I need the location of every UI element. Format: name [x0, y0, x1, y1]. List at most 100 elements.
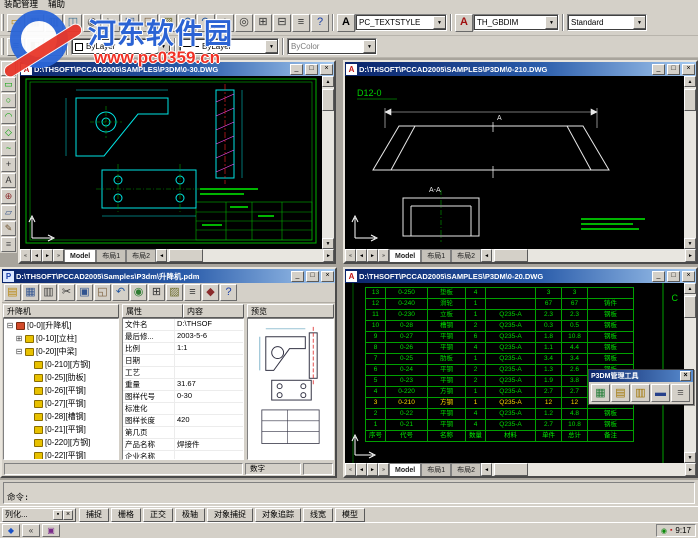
chevron-down-icon[interactable]: ▼ — [433, 16, 446, 29]
draw-toolbar-button[interactable]: A — [1, 173, 16, 188]
tray-icon[interactable]: ▪ — [670, 527, 672, 535]
tab-first-button[interactable]: « — [20, 249, 31, 262]
plotstyle-combo[interactable]: ByColor ▼ — [287, 38, 377, 55]
value-column-header[interactable]: 内容 — [183, 304, 244, 318]
toolbar-button[interactable]: + — [216, 13, 234, 32]
toolbar-button[interactable]: ▦ — [26, 13, 44, 32]
scroll-down-icon[interactable]: ▼ — [322, 238, 334, 249]
palette-button[interactable]: ▦ — [591, 384, 610, 402]
scroll-up-icon[interactable]: ▲ — [684, 76, 696, 87]
toolbar-button[interactable]: ≡ — [292, 13, 310, 32]
tree-item[interactable]: [0-25][肋板] — [4, 371, 118, 384]
property-row[interactable]: 图样代号 0-30 — [123, 391, 243, 403]
dim-style-combo[interactable]: TH_GBDIM ▼ — [473, 14, 559, 31]
pdm-toolbar-button[interactable]: ▣ — [76, 284, 93, 301]
scroll-left-icon[interactable]: ◄ — [481, 463, 493, 476]
palette-button[interactable]: ▬ — [651, 384, 670, 402]
draw-toolbar-button[interactable]: ○ — [1, 93, 16, 108]
menu-item[interactable]: 辅助 — [48, 0, 65, 10]
tree-item[interactable]: [0-26][平钢] — [4, 384, 118, 397]
toolbar-button[interactable]: ↶ — [178, 13, 196, 32]
horizontal-scrollbar[interactable]: ◄ ► — [156, 249, 334, 262]
window-titlebar[interactable]: A D:\THSOFT\PCCAD2005\SAMPLES\P3DM\0-20.… — [345, 269, 696, 283]
property-row[interactable]: 工艺 — [123, 367, 243, 379]
close-icon[interactable]: × — [63, 509, 73, 520]
status-toggle[interactable]: 线宽 — [303, 507, 333, 522]
taskbar-button[interactable]: « — [22, 524, 40, 537]
property-row[interactable]: 标准化 — [123, 403, 243, 415]
pdm-toolbar-button[interactable]: ? — [220, 284, 237, 301]
tab-next-button[interactable]: ► — [42, 249, 53, 262]
docked-palette[interactable]: 列化... ▪ × — [2, 507, 76, 522]
pdm-toolbar-button[interactable]: ◉ — [130, 284, 147, 301]
tab-prev-button[interactable]: ◄ — [31, 249, 42, 262]
scroll-right-icon[interactable]: ► — [685, 249, 696, 262]
property-row[interactable]: 企业名称 — [123, 451, 243, 459]
vertical-scrollbar[interactable]: ▲ ▼ — [322, 76, 334, 249]
property-grid[interactable]: 文件名 D:\THSOF 最后修... 2003-5-6 比例 1:1 日期 工… — [122, 318, 244, 460]
tab-layout1[interactable]: 布局1 — [421, 249, 452, 262]
tray-icon[interactable]: ◉ — [661, 527, 667, 535]
draw-toolbar-button[interactable]: ⊕ — [1, 189, 16, 204]
draw-toolbar-button[interactable]: ◠ — [1, 109, 16, 124]
tree-item[interactable]: ⊟ [0-20][中梁] — [4, 345, 118, 358]
tree-item[interactable]: [0-21][平钢] — [4, 423, 118, 436]
tab-layout2[interactable]: 布局2 — [451, 463, 482, 476]
tree-expander-icon[interactable]: ⊞ — [15, 334, 23, 343]
close-button[interactable]: × — [682, 63, 695, 75]
property-column-header[interactable]: 属性 — [122, 304, 183, 318]
tab-last-button[interactable]: » — [378, 249, 389, 262]
tab-next-button[interactable]: ► — [367, 249, 378, 262]
tab-layout1[interactable]: 布局1 — [96, 249, 127, 262]
toolbar-button[interactable]: ◉ — [83, 13, 101, 32]
tree-item[interactable]: ⊞ [0-10][立柱] — [4, 332, 118, 345]
pdm-toolbar-button[interactable]: ◱ — [94, 284, 111, 301]
scroll-down-icon[interactable]: ▼ — [684, 452, 696, 463]
pdm-toolbar-button[interactable]: ◆ — [202, 284, 219, 301]
status-toggle[interactable]: 正交 — [143, 507, 173, 522]
scroll-up-icon[interactable]: ▲ — [322, 76, 334, 87]
tab-first-button[interactable]: « — [345, 249, 356, 262]
tab-layout2[interactable]: 布局2 — [126, 249, 157, 262]
palette-button[interactable]: ▤ — [611, 384, 630, 402]
property-row[interactable]: 重量 31.67 — [123, 379, 243, 391]
close-button[interactable]: × — [321, 270, 334, 282]
drawing-canvas[interactable] — [20, 76, 322, 249]
scroll-down-icon[interactable]: ▼ — [684, 238, 696, 249]
window-titlebar[interactable]: A D:\THSOFT\PCCAD2005\SAMPLES\P3DM\0-30.… — [20, 62, 334, 76]
scroll-thumb[interactable] — [684, 89, 696, 111]
toolbar-button[interactable]: ◫ — [64, 13, 82, 32]
assembly-tree[interactable]: ⊟ [0-0][升降机] ⊞ [0-10][立柱] ⊟ [0-20][中梁] [… — [3, 318, 119, 460]
vertical-scrollbar[interactable]: ▲ ▼ — [684, 76, 696, 249]
toolbar-grip[interactable] — [1, 14, 4, 31]
property-row[interactable]: 文件名 D:\THSOF — [123, 319, 243, 331]
draw-toolbar-button[interactable]: ╱ — [1, 61, 16, 76]
tab-first-button[interactable]: « — [345, 463, 356, 476]
tree-item[interactable]: [0-220][方钢] — [4, 436, 118, 449]
status-toggle[interactable]: 模型 — [335, 507, 365, 522]
draw-toolbar-button[interactable]: ▱ — [1, 205, 16, 220]
window-titlebar[interactable]: P D:\THSOFT\PCCAD2005\Samples\P3dm\升降机.p… — [2, 269, 335, 283]
toolbar-button[interactable]: ▥ — [45, 13, 63, 32]
palette-button[interactable]: ≡ — [671, 384, 690, 402]
tab-model[interactable]: Model — [64, 249, 97, 262]
scroll-left-icon[interactable]: ◄ — [156, 249, 168, 262]
linetype-combo[interactable]: ByLayer ▼ — [179, 38, 279, 55]
palette-titlebar[interactable]: P3DM管理工具 × — [589, 370, 693, 382]
pdm-toolbar-button[interactable]: ≡ — [184, 284, 201, 301]
toolbar-button[interactable]: ⊟ — [273, 13, 291, 32]
pdm-toolbar-button[interactable]: ↶ — [112, 284, 129, 301]
tab-prev-button[interactable]: ◄ — [356, 249, 367, 262]
maximize-button[interactable]: □ — [305, 63, 318, 75]
tree-item[interactable]: [0-210][方钢] — [4, 358, 118, 371]
tab-prev-button[interactable]: ◄ — [356, 463, 367, 476]
toolbar-button[interactable]: ⊞ — [254, 13, 272, 32]
pdm-toolbar-button[interactable]: ▤ — [4, 284, 21, 301]
tree-item[interactable]: ⊟ [0-0][升降机] — [4, 319, 118, 332]
toolbar-button[interactable]: ◱ — [140, 13, 158, 32]
palette-button[interactable]: ▥ — [631, 384, 650, 402]
status-toggle[interactable]: 对象捕捉 — [207, 507, 253, 522]
toolbar-button[interactable]: ↷ — [197, 13, 215, 32]
pdm-toolbar-button[interactable]: ⊞ — [148, 284, 165, 301]
minimize-button[interactable]: _ — [290, 63, 303, 75]
